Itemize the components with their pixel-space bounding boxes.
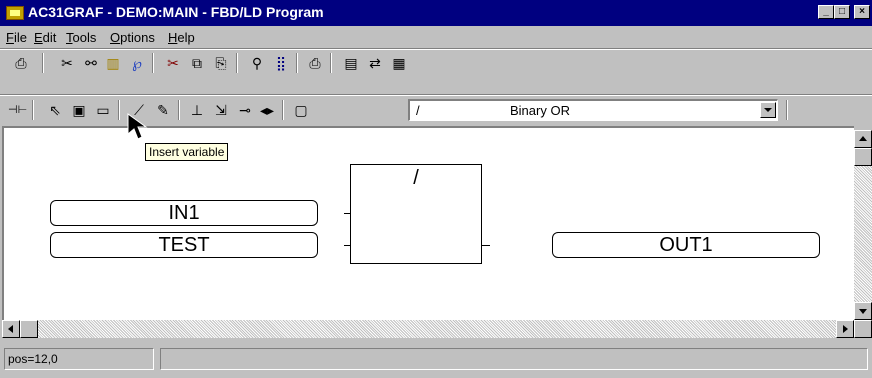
compile-icon[interactable]: ▤ (342, 54, 360, 72)
main-toolbar: ⎙ ✂ ⚯ ▥ ℘ ✂ ⧉ ⎘ ⚲ ⣿ ⎙ ▤ ⇄ ▦ (0, 50, 872, 76)
title-bar[interactable]: AC31GRAF - DEMO:MAIN - FBD/LD Program _ … (0, 0, 872, 26)
status-message-pane (160, 348, 868, 370)
app-window: AC31GRAF - DEMO:MAIN - FBD/LD Program _ … (0, 0, 872, 378)
mouse-pointer-icon (127, 113, 148, 140)
diagram-canvas[interactable]: IN1 TEST / OUT1 (2, 126, 854, 320)
menu-help[interactable]: Help (168, 30, 195, 45)
toolbar-separator (786, 100, 788, 120)
dropdown-arrow-icon[interactable] (760, 102, 776, 118)
print-icon[interactable]: ⎙ (306, 54, 324, 72)
up-arrow-icon (859, 136, 867, 141)
size-grip (854, 320, 872, 338)
insert-block-icon[interactable]: ▣ (70, 101, 88, 119)
scroll-track[interactable] (854, 148, 872, 302)
block-output-pin (482, 245, 490, 246)
toolbar-separator (296, 53, 298, 73)
scroll-up-button[interactable] (854, 130, 872, 148)
status-bar: pos=12,0 (0, 340, 872, 378)
toolbar-separator (330, 53, 332, 73)
toolbar-separator (236, 53, 238, 73)
search-icon[interactable]: ⚲ (248, 54, 266, 72)
toolbar-separator (42, 53, 44, 73)
variables-icon[interactable]: ℘ (128, 54, 146, 72)
insert-return-icon[interactable]: ◂▸ (258, 101, 276, 119)
scroll-thumb[interactable] (854, 148, 872, 166)
save-icon[interactable]: ⎙ (12, 54, 30, 72)
scroll-down-button[interactable] (854, 302, 872, 320)
cross-reference-icon[interactable]: ⚯ (82, 54, 100, 72)
left-arrow-icon (8, 325, 13, 333)
scroll-thumb[interactable] (20, 320, 38, 338)
simulate-icon[interactable]: ▦ (390, 54, 408, 72)
toolbar-separator (282, 100, 284, 120)
block-type-select[interactable]: / Binary OR (408, 99, 778, 121)
scroll-right-button[interactable] (836, 320, 854, 338)
block-label: / (413, 167, 419, 189)
minimize-button[interactable]: _ (818, 5, 834, 19)
toolbar-separator (32, 100, 34, 120)
menu-bar: File Edit Tools Options Help (0, 26, 872, 48)
menu-options[interactable]: Options (110, 30, 155, 45)
copy-icon[interactable]: ⧉ (188, 54, 206, 72)
input-variable-test[interactable]: TEST (50, 232, 318, 258)
horizontal-scrollbar[interactable] (2, 320, 854, 338)
function-block[interactable]: / (350, 164, 482, 264)
toolbar-separator (152, 53, 154, 73)
paste-icon[interactable]: ⎘ (212, 54, 230, 72)
insert-corner-icon[interactable]: ⊥ (188, 101, 206, 119)
vertical-scrollbar[interactable] (854, 130, 872, 320)
maximize-button[interactable]: □ (834, 5, 850, 19)
insert-variable-icon[interactable]: ▭ (94, 101, 112, 119)
cursor-position: pos=12,0 (4, 348, 154, 370)
output-variable-out1[interactable]: OUT1 (552, 232, 820, 258)
block-name: Binary OR (510, 103, 570, 118)
contact-icon[interactable]: ⊣⊢ (8, 101, 27, 119)
right-arrow-icon (843, 325, 848, 333)
scroll-left-button[interactable] (2, 320, 20, 338)
menu-file[interactable]: File (6, 30, 27, 45)
translate-icon[interactable]: ⇄ (366, 54, 384, 72)
window-title: AC31GRAF - DEMO:MAIN - FBD/LD Program (28, 4, 324, 20)
block-symbol: / (416, 103, 420, 118)
close-button[interactable]: × (854, 5, 870, 19)
app-icon[interactable] (6, 6, 24, 20)
insert-coil-icon[interactable]: ⊸ (236, 101, 254, 119)
select-pointer-icon[interactable]: ⇖ (46, 101, 64, 119)
cut-program-icon[interactable]: ✂ (58, 54, 76, 72)
toolbar-separator (178, 100, 180, 120)
input-variable-in1[interactable]: IN1 (50, 200, 318, 226)
down-arrow-icon (859, 309, 867, 314)
insert-jump-icon[interactable]: ⇲ (212, 101, 230, 119)
block-parameters-icon[interactable]: ▢ (292, 101, 310, 119)
insert-comment-icon[interactable]: ✎ (154, 101, 172, 119)
toolbar-separator (118, 100, 120, 120)
cut-icon[interactable]: ✂ (164, 54, 182, 72)
toolbar-divider (0, 94, 872, 96)
grid-icon[interactable]: ⣿ (272, 54, 290, 72)
menu-edit[interactable]: Edit (34, 30, 56, 45)
tooltip: Insert variable (145, 143, 229, 161)
book-icon[interactable]: ▥ (104, 54, 122, 72)
menu-tools[interactable]: Tools (66, 30, 96, 45)
